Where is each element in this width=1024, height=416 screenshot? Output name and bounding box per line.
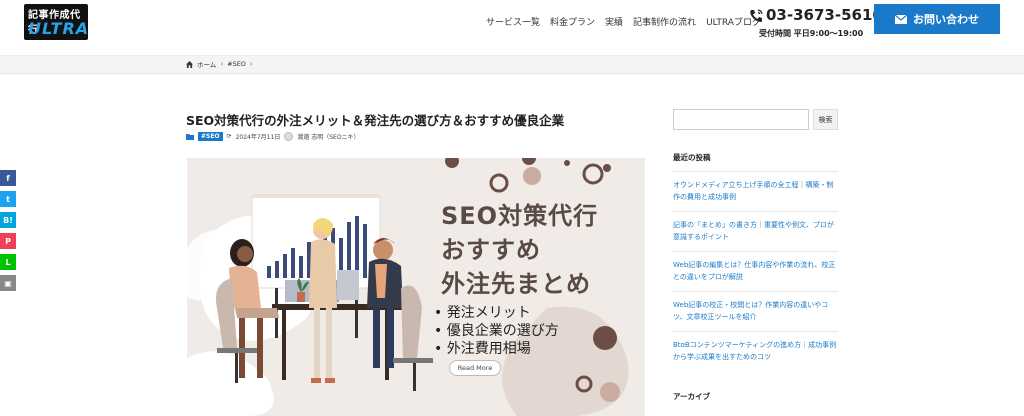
- hero-heading-line2: おすすめ: [441, 236, 541, 264]
- share-buttons: f t B! P L ▣: [0, 170, 16, 296]
- recent-posts-list: オウンドメディア立ち上げ手順の全工程｜構築・制作の費用と成功事例 記事の「まとめ…: [673, 171, 838, 371]
- chevron-right-icon: ›: [220, 60, 224, 68]
- hero-bullet-2: • 優良企業の選び方: [434, 323, 559, 339]
- updated-icon: ⟳: [226, 133, 232, 140]
- article-author[interactable]: 渡邉 志明（SEOニキ）: [297, 132, 359, 141]
- recent-post-link[interactable]: オウンドメディア立ち上げ手順の全工程｜構築・制作の費用と成功事例: [673, 171, 838, 211]
- home-icon: [186, 60, 193, 68]
- author-avatar: [284, 132, 294, 141]
- search-input[interactable]: [673, 109, 809, 130]
- hero-bullet-3: • 外注費用相場: [434, 341, 531, 357]
- recent-post-link[interactable]: Web記事の校正・校閲とは？作業内容の違いやコツ、文章校正ツールを紹介: [673, 291, 838, 331]
- nav-services[interactable]: サービス一覧: [486, 15, 540, 28]
- phone-number[interactable]: 03-3673-5610: [766, 6, 883, 24]
- article-title: SEO対策代行の外注メリット＆発注先の選び方＆おすすめ優良企業: [186, 113, 565, 128]
- chevron-right-icon: ›: [249, 60, 253, 68]
- facebook-share-icon[interactable]: f: [0, 170, 16, 186]
- breadcrumb: ホーム › #SEO ›: [186, 59, 253, 69]
- nav-pricing[interactable]: 料金プラン: [550, 15, 595, 28]
- phone-icon: [750, 9, 763, 22]
- site-logo[interactable]: 記事作成代行 ULTRA: [24, 4, 88, 40]
- contact-button[interactable]: お問い合わせ: [874, 4, 1000, 34]
- nav-flow[interactable]: 記事制作の流れ: [633, 15, 696, 28]
- breadcrumb-bar: ホーム › #SEO ›: [0, 56, 1024, 74]
- hero-bullet-1: • 発注メリット: [434, 305, 531, 321]
- recent-post-link[interactable]: BtoBコンテンツマーケティングの進め方｜成功事例から学ぶ成果を出すためのコツ: [673, 331, 838, 371]
- breadcrumb-category[interactable]: #SEO: [227, 60, 246, 68]
- article-meta: #SEO ⟳ 2024年7月11日 渡邉 志明（SEOニキ）: [186, 132, 360, 141]
- copy-share-icon[interactable]: ▣: [0, 275, 16, 291]
- business-hours: 受付時間 平日9:00〜19:00: [759, 29, 864, 38]
- twitter-share-icon[interactable]: t: [0, 191, 16, 207]
- hero-image: SEO対策代行 おすすめ 外注先まとめ • 発注メリット • 優良企業の選び方 …: [187, 158, 645, 416]
- breadcrumb-home[interactable]: ホーム: [197, 59, 216, 69]
- search-button[interactable]: 検索: [813, 109, 838, 130]
- recent-post-link[interactable]: 記事の「まとめ」の書き方｜重要性や例文、プロが意識するポイント: [673, 211, 838, 251]
- article-date: 2024年7月11日: [235, 134, 281, 141]
- archive-heading: アーカイブ: [673, 392, 711, 401]
- site-header: 記事作成代行 ULTRA サービス一覧 料金プラン 実績 記事制作の流れ ULT…: [0, 0, 1024, 56]
- global-nav: サービス一覧 料金プラン 実績 記事制作の流れ ULTRAブログ: [486, 15, 761, 28]
- hero-heading-line1: SEO対策代行: [441, 202, 599, 230]
- mail-icon: [895, 14, 907, 24]
- folder-icon: [186, 133, 194, 140]
- contact-button-label: お問い合わせ: [913, 13, 979, 26]
- nav-works[interactable]: 実績: [605, 15, 623, 28]
- hatena-share-icon[interactable]: B!: [0, 212, 16, 228]
- recent-post-link[interactable]: Web記事の編集とは？仕事内容や作業の流れ、校正との違いをプロが解説: [673, 251, 838, 291]
- recent-posts-heading: 最近の投稿: [673, 153, 711, 162]
- line-share-icon[interactable]: L: [0, 254, 16, 270]
- logo-line2: ULTRA: [28, 19, 88, 38]
- read-more-button[interactable]: Read More: [449, 360, 501, 376]
- category-tag[interactable]: #SEO: [198, 132, 223, 141]
- hero-heading-line3: 外注先まとめ: [441, 270, 591, 298]
- pocket-share-icon[interactable]: P: [0, 233, 16, 249]
